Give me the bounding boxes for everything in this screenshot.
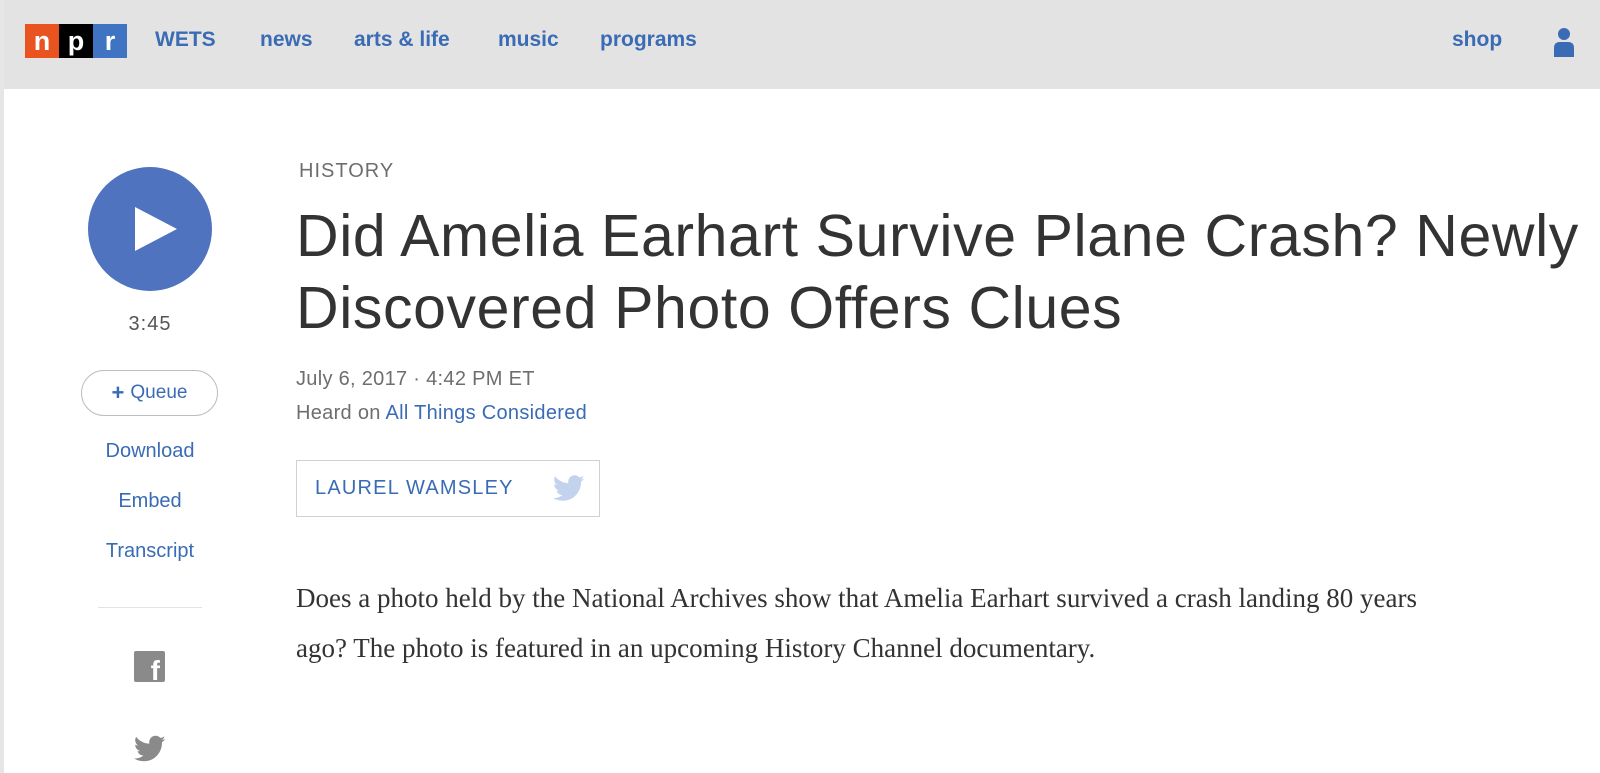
section-label[interactable]: HISTORY (299, 160, 394, 183)
heard-on-line: Heard on All Things Considered (296, 402, 587, 425)
npr-logo[interactable]: n p r (25, 24, 127, 58)
author-byline[interactable]: LAUREL WAMSLEY (296, 460, 600, 517)
plus-icon: + (111, 380, 125, 405)
article-dateline: July 6, 2017 · 4:42 PM ET (296, 368, 535, 390)
nav-link-news[interactable]: news (260, 28, 313, 52)
heard-on-prefix: Heard on (296, 402, 381, 424)
nav-link-shop[interactable]: shop (1452, 28, 1502, 52)
rail-divider (98, 607, 202, 608)
play-icon (135, 207, 177, 251)
queue-label: Queue (130, 382, 188, 403)
download-link[interactable]: Download (80, 440, 220, 463)
audio-duration: 3:45 (128, 313, 172, 335)
nav-link-arts-life[interactable]: arts & life (354, 28, 450, 52)
author-name[interactable]: LAUREL WAMSLEY (315, 477, 514, 500)
page-edge (0, 0, 4, 773)
twitter-icon[interactable] (134, 735, 166, 763)
logo-letter-p: p (59, 24, 93, 58)
facebook-icon[interactable]: f (134, 651, 165, 685)
top-nav: n p r WETS news arts & life music progra… (4, 0, 1600, 89)
play-button[interactable] (88, 167, 212, 291)
nav-link-music[interactable]: music (498, 28, 559, 52)
logo-letter-n: n (25, 24, 59, 58)
program-link[interactable]: All Things Considered (385, 402, 587, 424)
logo-letter-r: r (93, 24, 127, 58)
nav-link-station[interactable]: WETS (155, 28, 216, 52)
queue-button[interactable]: + Queue (81, 370, 218, 416)
embed-link[interactable]: Embed (80, 490, 220, 513)
nav-link-programs[interactable]: programs (600, 28, 697, 52)
author-twitter-icon[interactable] (553, 475, 585, 502)
transcript-link[interactable]: Transcript (80, 540, 220, 563)
user-account-icon[interactable] (1552, 27, 1576, 57)
article-teaser: Does a photo held by the National Archiv… (296, 583, 1417, 663)
article-headline: Did Amelia Earhart Survive Plane Crash? … (296, 203, 1579, 341)
